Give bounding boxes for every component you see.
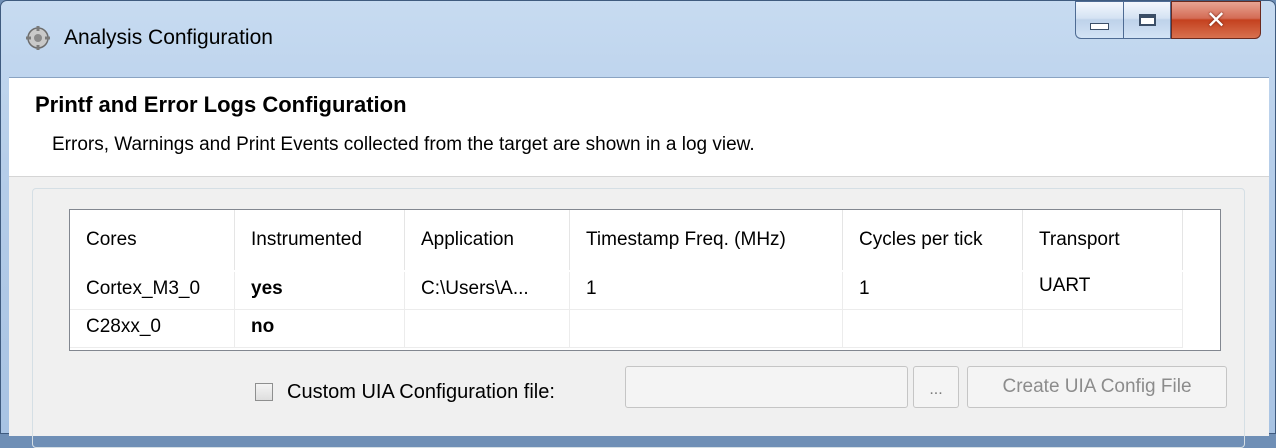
cell-instrumented[interactable]: no: [235, 310, 405, 348]
column-header-application[interactable]: Application: [405, 210, 570, 270]
table-row[interactable]: Cortex_M3_0 yes C:\Users\A... 1 1 UART: [70, 272, 1220, 310]
page-title: Printf and Error Logs Configuration: [35, 92, 407, 117]
custom-uia-config-checkbox[interactable]: [255, 383, 273, 401]
window-title: Analysis Configuration: [64, 26, 273, 49]
cell-cycles-per-tick[interactable]: [843, 310, 1023, 348]
cell-transport[interactable]: UART: [1023, 272, 1183, 310]
cell-instrumented[interactable]: yes: [235, 272, 405, 310]
close-button[interactable]: ✕: [1171, 1, 1261, 39]
minimize-button[interactable]: [1075, 1, 1123, 39]
dialog-header: Printf and Error Logs Configuration Erro…: [9, 78, 1269, 177]
column-header-timestamp-freq[interactable]: Timestamp Freq. (MHz): [570, 210, 843, 270]
column-header-cycles-per-tick[interactable]: Cycles per tick: [843, 210, 1023, 270]
cell-core[interactable]: C28xx_0: [70, 310, 235, 348]
minimize-icon: [1090, 22, 1109, 30]
cell-application[interactable]: [405, 310, 570, 348]
close-icon: ✕: [1205, 6, 1227, 34]
create-uia-config-file-button[interactable]: Create UIA Config File: [967, 366, 1227, 408]
maximize-icon: [1138, 14, 1156, 26]
cell-timestamp-freq[interactable]: [570, 310, 843, 348]
custom-uia-config-label: Custom UIA Configuration file:: [287, 380, 555, 403]
column-header-instrumented[interactable]: Instrumented: [235, 210, 405, 270]
table-header: Cores Instrumented Application Timestamp…: [70, 210, 1220, 270]
window-controls: ✕: [1075, 1, 1261, 41]
column-header-filler: [1183, 210, 1220, 270]
table-row[interactable]: C28xx_0 no: [70, 310, 1220, 348]
title-bar[interactable]: Analysis Configuration ✕: [1, 1, 1275, 79]
page-description: Errors, Warnings and Print Events collec…: [52, 134, 755, 155]
column-header-transport[interactable]: Transport: [1023, 210, 1183, 270]
cell-cycles-per-tick[interactable]: 1: [843, 272, 1023, 310]
analysis-configuration-window: Analysis Configuration ✕ Printf and Erro…: [0, 0, 1276, 448]
column-header-cores[interactable]: Cores: [70, 210, 235, 270]
cores-table[interactable]: Cores Instrumented Application Timestamp…: [69, 209, 1221, 351]
cell-application[interactable]: C:\Users\A...: [405, 272, 570, 310]
browse-button[interactable]: ...: [913, 366, 959, 408]
maximize-button[interactable]: [1123, 1, 1171, 39]
cell-transport[interactable]: [1023, 310, 1183, 348]
custom-uia-config-option[interactable]: Custom UIA Configuration file:: [255, 372, 555, 412]
dialog-client-area: Printf and Error Logs Configuration Erro…: [9, 77, 1269, 448]
uia-config-file-input[interactable]: [625, 366, 908, 408]
cell-core[interactable]: Cortex_M3_0: [70, 272, 235, 310]
gear-app-icon: [26, 26, 50, 50]
cell-timestamp-freq[interactable]: 1: [570, 272, 843, 310]
